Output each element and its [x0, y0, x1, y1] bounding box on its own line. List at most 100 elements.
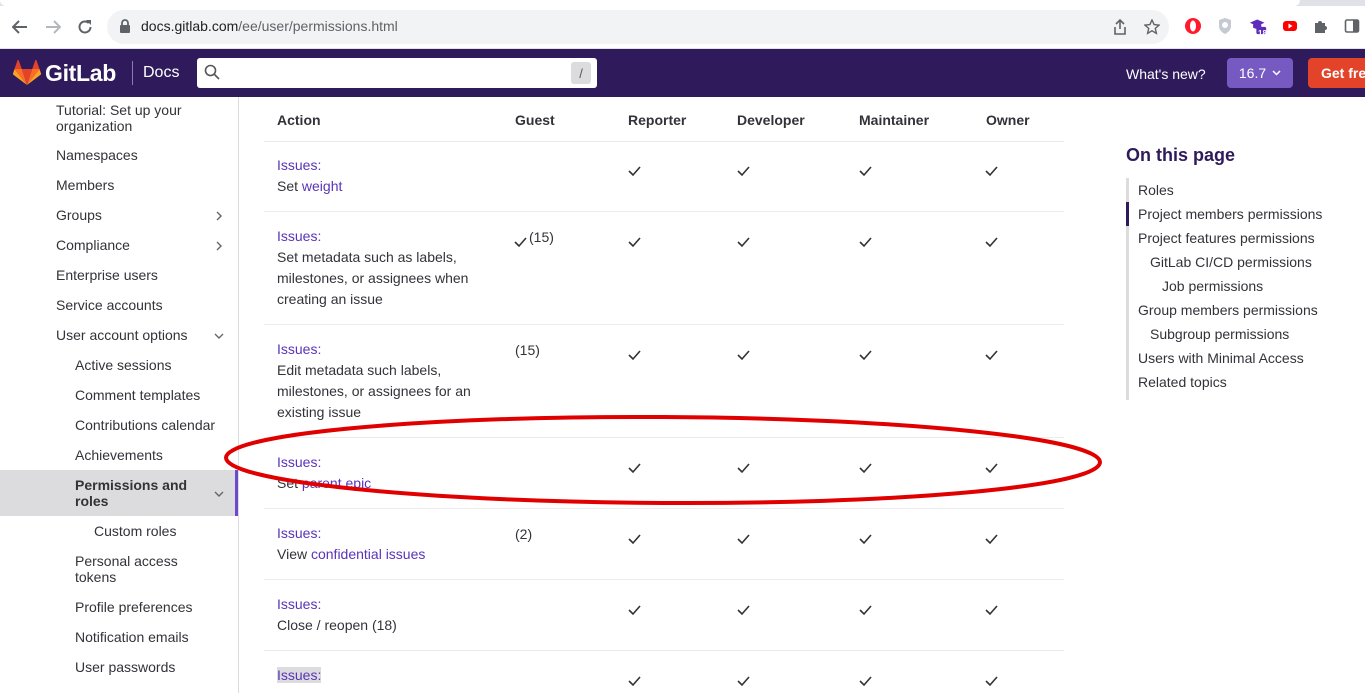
sidebar-item-comment-templates[interactable]: Comment templates [0, 387, 238, 405]
sidebar-item-label: Enterprise users [56, 267, 158, 283]
url-host: docs.gitlab.com [141, 18, 239, 34]
toc-item-project-features-permissions[interactable]: Project features permissions [1138, 230, 1315, 246]
chevron-right-icon[interactable] [214, 241, 224, 251]
docs-search-box[interactable]: / [197, 58, 597, 88]
opera-extension-icon[interactable] [1184, 17, 1202, 35]
version-dropdown[interactable]: 16.7 [1227, 58, 1293, 88]
check-icon [737, 605, 750, 616]
chevron-down-icon [1272, 70, 1281, 76]
sidebar-item-label: Namespaces [56, 147, 138, 163]
sidebar-item-user-passwords[interactable]: User passwords [0, 659, 238, 677]
checkmark-layer [514, 166, 998, 687]
sidebar-item-label: Custom roles [94, 523, 177, 539]
check-icon [859, 166, 872, 177]
bookmark-star-icon[interactable] [1143, 18, 1161, 36]
toc-item-related-topics[interactable]: Related topics [1138, 374, 1227, 390]
sidebar-item-label: Contributions calendar [75, 417, 216, 433]
toc-item-gitlab-cicd-permissions[interactable]: GitLab CI/CD permissions [1150, 254, 1312, 270]
youtube-extension-icon[interactable] [1281, 17, 1299, 35]
search-input[interactable] [227, 62, 557, 84]
sidebar-item-label: Tutorial: Set up your organization [56, 102, 182, 134]
get-free-trial-button[interactable]: Get free [1308, 58, 1365, 88]
guest-check-icon [514, 237, 527, 248]
on-this-page-toc: On this page Roles Project members permi… [1126, 145, 1365, 400]
check-icon [628, 237, 641, 248]
sidebar-item-profile-preferences[interactable]: Profile preferences [0, 599, 238, 617]
docs-home-link[interactable]: Docs [143, 64, 179, 82]
sidebar-item-user-account-options[interactable]: User account options [0, 327, 238, 345]
sidebar-item-label: Groups [56, 207, 102, 223]
sidebar-item-label: Active sessions [75, 357, 172, 373]
toc-active-indicator [1126, 202, 1129, 226]
chevron-down-icon[interactable] [214, 489, 224, 499]
toc-list: Roles Project members permissions Projec… [1126, 178, 1365, 400]
sidebar-item-label: Members [56, 177, 115, 193]
back-icon[interactable] [9, 16, 31, 38]
sidebar-item-custom-roles[interactable]: Custom roles [0, 523, 238, 541]
sidebar-item-notification-emails[interactable]: Notification emails [0, 629, 238, 647]
sidebar-item-achievements[interactable]: Achievements [0, 447, 238, 465]
sidebar-item-enterprise-users[interactable]: Enterprise users [0, 267, 238, 285]
header-divider [132, 61, 133, 85]
gitlab-brand[interactable]: GitLab [45, 60, 116, 87]
url-path: /ee/user/permissions.html [238, 18, 398, 34]
toc-item-subgroup-permissions[interactable]: Subgroup permissions [1150, 326, 1289, 342]
sidebar-item-contributions-calendar[interactable]: Contributions calendar [0, 417, 238, 435]
check-icon [985, 350, 998, 361]
sidebar-item-active-sessions[interactable]: Active sessions [0, 357, 238, 375]
share-icon[interactable] [1111, 18, 1129, 36]
address-bar[interactable]: docs.gitlab.com/ee/user/permissions.html [107, 10, 1169, 44]
sidebar-item-groups[interactable]: Groups [0, 207, 238, 225]
check-icon [628, 534, 641, 545]
toc-item-project-members-permissions[interactable]: Project members permissions [1138, 206, 1322, 222]
check-icon [737, 534, 750, 545]
graduation-extension-icon[interactable]: 18 [1249, 17, 1267, 38]
sidebar-item-label: Permissions and roles [75, 477, 188, 509]
browser-toolbar: docs.gitlab.com/ee/user/permissions.html… [0, 0, 1365, 49]
chevron-right-icon[interactable] [214, 211, 224, 221]
sidebar-item-permissions-and-roles[interactable]: Permissions and roles [0, 470, 238, 516]
check-icon [985, 534, 998, 545]
whats-new-link[interactable]: What's new? [1126, 66, 1206, 82]
permissions-table: Action Guest Reporter Developer Maintain… [264, 97, 1064, 693]
shield-extension-icon[interactable] [1216, 17, 1234, 35]
check-icon [859, 676, 872, 687]
toc-item-roles[interactable]: Roles [1138, 182, 1174, 198]
check-icon [985, 237, 998, 248]
check-icon [628, 350, 641, 361]
sidebar-item-label: Achievements [75, 447, 163, 463]
toc-item-users-with-minimal-access[interactable]: Users with Minimal Access [1138, 350, 1304, 366]
toc-item-job-permissions[interactable]: Job permissions [1162, 278, 1263, 294]
sidebar-item-compliance[interactable]: Compliance [0, 237, 238, 255]
check-icon [628, 463, 641, 474]
sidebar-item-label: Profile preferences [75, 599, 193, 615]
search-shortcut-key: / [571, 62, 591, 84]
toc-item-group-members-permissions[interactable]: Group members permissions [1138, 302, 1318, 318]
sidebar-item-namespaces[interactable]: Namespaces [0, 147, 238, 165]
sidebar-item-members[interactable]: Members [0, 177, 238, 195]
check-icon [985, 676, 998, 687]
check-icon [737, 463, 750, 474]
lock-icon[interactable] [119, 19, 131, 33]
sidebar-item-label: Compliance [56, 237, 130, 253]
gitlab-tanuki-icon[interactable] [13, 60, 41, 86]
active-tab[interactable] [0, 0, 1300, 6]
puzzle-extensions-icon[interactable] [1312, 17, 1330, 35]
docs-header: GitLab Docs / What's new? 16.7 Get free [0, 49, 1365, 97]
sidebar-item-service-accounts[interactable]: Service accounts [0, 297, 238, 315]
search-icon [204, 64, 220, 80]
sidebar-item-label: User passwords [75, 659, 176, 675]
reload-icon[interactable] [74, 16, 96, 38]
sidepanel-icon[interactable] [1343, 17, 1361, 35]
check-icon [859, 534, 872, 545]
version-label: 16.7 [1238, 65, 1267, 81]
check-icon [985, 463, 998, 474]
sidebar-item-tutorial-setup-org[interactable]: Tutorial: Set up your organization [0, 102, 238, 138]
sidebar-item-personal-access-tokens[interactable]: Personal access tokens [0, 553, 238, 589]
url-text[interactable]: docs.gitlab.com/ee/user/permissions.html [141, 18, 398, 34]
forward-icon[interactable] [42, 16, 64, 38]
chevron-down-icon[interactable] [214, 331, 224, 341]
check-icon [859, 605, 872, 616]
extension-badge: 18 [1258, 29, 1267, 38]
check-icon [628, 676, 641, 687]
